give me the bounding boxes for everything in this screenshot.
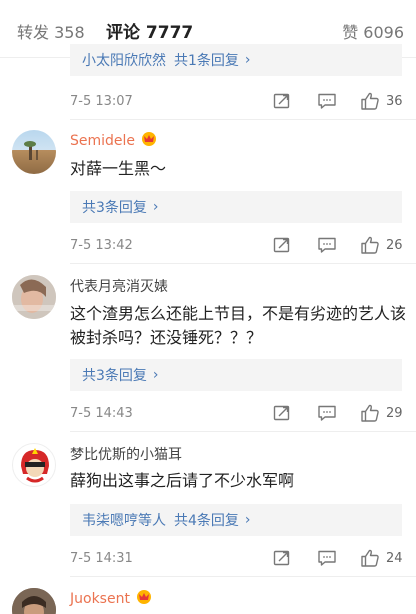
like-count: 29	[386, 405, 403, 421]
tab-likes[interactable]: 赞 6096	[342, 19, 404, 43]
comment-actions: 7-5 13:42 26	[70, 233, 410, 257]
avatar[interactable]	[12, 443, 56, 487]
thumbs-up-icon	[361, 549, 379, 567]
username-text[interactable]: Juoksent	[70, 591, 130, 607]
comment-divider	[70, 431, 416, 432]
comment-username[interactable]: Juoksent	[70, 589, 153, 609]
avatar[interactable]	[12, 275, 56, 319]
like-button[interactable]: 26	[360, 235, 403, 255]
thumbs-up-icon	[361, 236, 379, 254]
comment-time: 7-5 14:31	[70, 550, 133, 566]
reply-preview[interactable]: 小太阳欣欣然 共1条回复 ›	[70, 44, 402, 76]
comment-time: 7-5 13:07	[70, 93, 133, 109]
like-count: 36	[386, 93, 403, 109]
comment-username[interactable]: 代表月亮消灭婊	[70, 276, 168, 296]
reply-preview[interactable]: 共3条回复 ›	[70, 359, 402, 391]
comment-icon[interactable]	[317, 404, 337, 422]
username-text[interactable]: 梦比优斯的小猫耳	[70, 444, 182, 464]
reply-preview[interactable]: 韦柒嗯哼等人 共4条回复 ›	[70, 504, 402, 536]
reply-count[interactable]: 共3条回复	[82, 365, 147, 385]
reply-preview-names[interactable]: 韦柒嗯哼等人	[82, 510, 166, 530]
chevron-right-icon: ›	[244, 52, 251, 68]
reply-count[interactable]: 共1条回复	[174, 50, 239, 70]
comment-divider	[70, 576, 416, 577]
share-icon[interactable]	[273, 236, 291, 254]
vip-badge-icon	[135, 589, 153, 609]
comment-username[interactable]: Semidele	[70, 131, 158, 151]
avatar[interactable]	[12, 130, 56, 174]
comment-icon[interactable]	[317, 549, 337, 567]
like-count: 24	[386, 550, 403, 566]
comment-text: 对薛一生黑～	[70, 159, 167, 178]
reply-count[interactable]: 共3条回复	[82, 197, 147, 217]
reply-preview[interactable]: 共3条回复 ›	[70, 191, 402, 223]
like-button[interactable]: 36	[360, 91, 403, 111]
reply-count[interactable]: 共4条回复	[174, 510, 239, 530]
comment-time: 7-5 13:42	[70, 237, 133, 253]
share-icon[interactable]	[273, 92, 291, 110]
like-button[interactable]: 24	[360, 548, 403, 568]
vip-badge-icon	[140, 131, 158, 151]
comment-actions: 7-5 14:43 29	[70, 401, 410, 425]
comment-divider	[70, 119, 416, 120]
username-text[interactable]: 代表月亮消灭婊	[70, 276, 168, 296]
like-button[interactable]: 29	[360, 403, 403, 423]
reply-preview-names[interactable]: 小太阳欣欣然	[82, 50, 166, 70]
chevron-right-icon: ›	[244, 512, 251, 528]
comment-username[interactable]: 梦比优斯的小猫耳	[70, 444, 182, 464]
comment-actions: 7-5 14:31 24	[70, 546, 410, 570]
comment-divider	[70, 263, 416, 264]
comment-text: 薛狗出这事之后请了不少水军啊	[70, 471, 295, 490]
comment-icon[interactable]	[317, 92, 337, 110]
comment-time: 7-5 14:43	[70, 405, 133, 421]
thumbs-up-icon	[361, 404, 379, 422]
tab-forward[interactable]: 转发 358	[17, 19, 85, 43]
avatar[interactable]	[12, 588, 56, 614]
chevron-right-icon: ›	[152, 367, 159, 383]
like-count: 26	[386, 237, 403, 253]
comment-icon[interactable]	[317, 236, 337, 254]
share-icon[interactable]	[273, 549, 291, 567]
chevron-right-icon: ›	[152, 199, 159, 215]
comment-actions: 7-5 13:07 36	[70, 89, 410, 113]
tab-comments[interactable]: 评论 7777	[106, 18, 193, 43]
share-icon[interactable]	[273, 404, 291, 422]
username-text[interactable]: Semidele	[70, 133, 135, 149]
comment-text: 这个渣男怎么还能上节目，不是有劣迹的艺人该被封杀吗？还没锤死？？？	[70, 304, 407, 347]
thumbs-up-icon	[361, 92, 379, 110]
